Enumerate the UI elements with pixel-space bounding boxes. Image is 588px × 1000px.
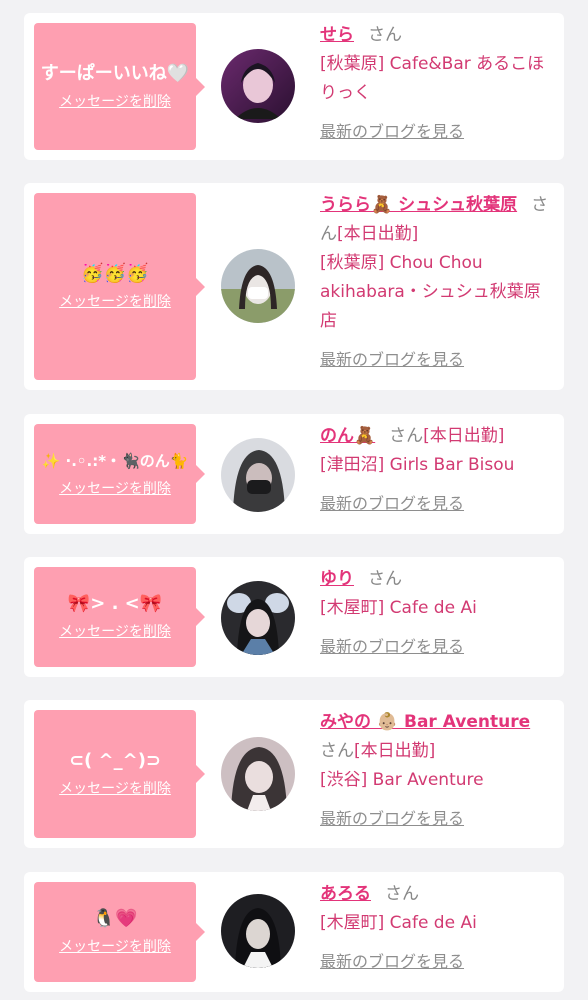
cast-info: ゆり さん [木屋町] Cafe de Ai 最新のブログを見る <box>320 565 550 662</box>
honorific: さん <box>368 25 402 45</box>
message-text: ⊂( ^_^)⊃ <box>68 750 162 771</box>
honorific: さん <box>368 569 402 589</box>
message-text: 🥳🥳🥳 <box>81 262 149 284</box>
honorific: さん <box>320 741 354 761</box>
avatar[interactable] <box>221 249 295 323</box>
delete-message-link[interactable]: メッセージを削除 <box>59 621 171 641</box>
message-bubble: すーぱーいいね🤍 メッセージを削除 <box>34 23 205 150</box>
cast-info: のん🧸 さん[本日出勤] [津田沼] Girls Bar Bisou 最新のブログ… <box>320 422 550 519</box>
list-item: 🎀> . <🎀 メッセージを削除 ゆり さん [木屋町] Cafe de Ai 最… <box>24 557 564 677</box>
cast-info: みやの 👶🏼 Bar Aventure さん[本日出勤] [渋谷] Bar Ave… <box>320 708 550 834</box>
shop-name: [木屋町] Cafe de Ai <box>320 598 477 618</box>
list-item: ⊂( ^_^)⊃ メッセージを削除 みやの 👶🏼 Bar Aventure さん[… <box>24 700 564 848</box>
message-text: 🐧💗 <box>92 908 138 929</box>
status-tag: [本日出勤] <box>354 741 436 761</box>
cast-info: せら さん [秋葉原] Cafe&Bar あるこほりっく 最新のブログを見る <box>320 21 550 147</box>
message-bubble: 🐧💗 メッセージを削除 <box>34 882 205 982</box>
shop-name: [津田沼] Girls Bar Bisou <box>320 455 515 475</box>
delete-message-link[interactable]: メッセージを削除 <box>59 936 171 956</box>
avatar-image <box>221 894 295 968</box>
avatar-image <box>221 49 295 123</box>
cast-name-link[interactable]: せら <box>320 25 354 45</box>
shop-name: [秋葉原] Chou Chou akihabara・シュシュ秋葉原店 <box>320 253 541 331</box>
status-tag: [本日出勤] <box>337 224 419 244</box>
delete-message-link[interactable]: メッセージを削除 <box>59 778 171 798</box>
avatar[interactable] <box>221 737 295 811</box>
avatar[interactable] <box>221 581 295 655</box>
message-text: ✨ ·.◦.:*・🐈‍⬛のん🐈 <box>41 452 189 470</box>
list-item: すーぱーいいね🤍 メッセージを削除 せら さん [秋葉原] Cafe&Bar ある… <box>24 13 564 160</box>
avatar[interactable] <box>221 438 295 512</box>
avatar-image <box>221 438 295 512</box>
cast-name-link[interactable]: ゆり <box>320 569 354 589</box>
message-text: 🎀> . <🎀 <box>67 593 163 614</box>
shop-name: [木屋町] Cafe de Ai <box>320 913 477 933</box>
message-list: すーぱーいいね🤍 メッセージを削除 せら さん [秋葉原] Cafe&Bar ある… <box>0 0 588 1000</box>
message-bubble: ✨ ·.◦.:*・🐈‍⬛のん🐈 メッセージを削除 <box>34 424 205 524</box>
shop-name: [秋葉原] Cafe&Bar あるこほりっく <box>320 54 545 103</box>
list-item: ✨ ·.◦.:*・🐈‍⬛のん🐈 メッセージを削除 のん🧸 さん[本日出勤] [津田… <box>24 414 564 534</box>
blog-link[interactable]: 最新のブログを見る <box>320 632 464 661</box>
cast-name-link[interactable]: あろる <box>320 884 371 904</box>
status-tag: [本日出勤] <box>423 426 505 446</box>
list-item: 🐧💗 メッセージを削除 あろる さん [木屋町] Cafe de Ai 最新のブロ… <box>24 872 564 992</box>
avatar-image <box>221 249 295 323</box>
avatar[interactable] <box>221 49 295 123</box>
delete-message-link[interactable]: メッセージを削除 <box>59 91 171 111</box>
cast-name-link[interactable]: うらら🧸 シュシュ秋葉原 <box>320 195 517 215</box>
cast-name-link[interactable]: のん🧸 <box>320 426 375 446</box>
delete-message-link[interactable]: メッセージを削除 <box>59 291 171 311</box>
message-text: すーぱーいいね🤍 <box>40 62 190 84</box>
cast-info: うらら🧸 シュシュ秋葉原 さん[本日出勤] [秋葉原] Chou Chou aki… <box>320 191 550 375</box>
avatar[interactable] <box>221 894 295 968</box>
blog-link[interactable]: 最新のブログを見る <box>320 489 464 518</box>
honorific: さん <box>385 884 419 904</box>
avatar-image <box>221 737 295 811</box>
blog-link[interactable]: 最新のブログを見る <box>320 345 464 374</box>
avatar-image <box>221 581 295 655</box>
list-item: 🥳🥳🥳 メッセージを削除 うらら🧸 シュシュ秋葉原 さん[本日出勤] [秋葉原] … <box>24 183 564 390</box>
message-bubble: 🎀> . <🎀 メッセージを削除 <box>34 567 205 667</box>
blog-link[interactable]: 最新のブログを見る <box>320 117 464 146</box>
blog-link[interactable]: 最新のブログを見る <box>320 947 464 976</box>
message-bubble: ⊂( ^_^)⊃ メッセージを削除 <box>34 710 205 838</box>
delete-message-link[interactable]: メッセージを削除 <box>59 478 171 498</box>
message-bubble: 🥳🥳🥳 メッセージを削除 <box>34 193 205 380</box>
honorific: さん <box>389 426 424 446</box>
cast-info: あろる さん [木屋町] Cafe de Ai 最新のブログを見る <box>320 880 550 977</box>
shop-name: [渋谷] Bar Aventure <box>320 770 484 790</box>
blog-link[interactable]: 最新のブログを見る <box>320 804 464 833</box>
cast-name-link[interactable]: みやの 👶🏼 Bar Aventure <box>320 712 530 732</box>
